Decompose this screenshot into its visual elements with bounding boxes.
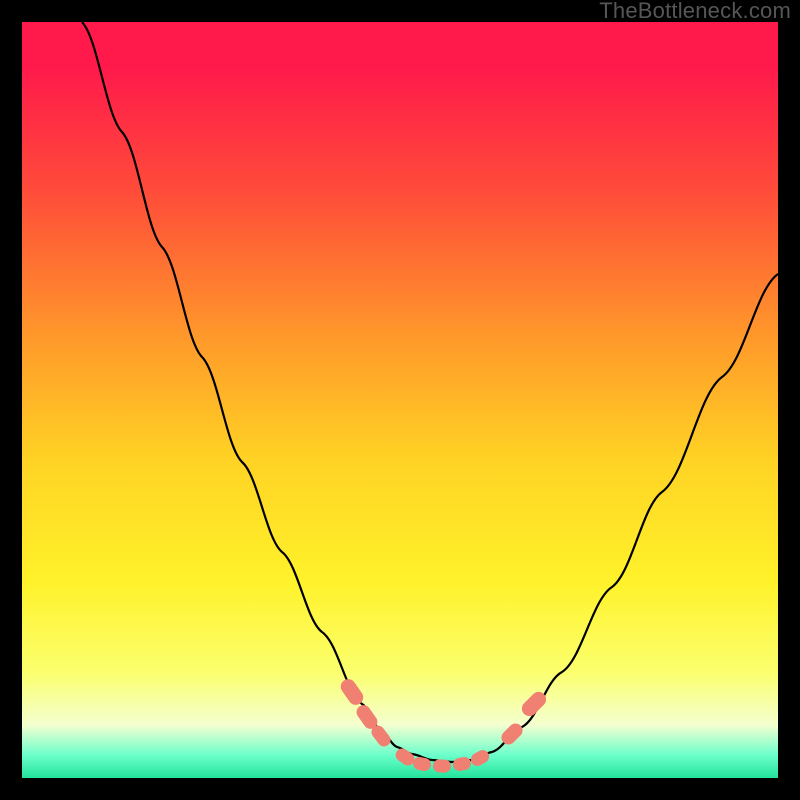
- marker-floor-4: [452, 756, 472, 772]
- marker-floor-2: [412, 756, 432, 772]
- watermark-text: TheBottleneck.com: [599, 0, 791, 22]
- marker-floor-3: [433, 759, 451, 773]
- marker-floor-5: [469, 748, 492, 769]
- chart-plot-area: [22, 22, 778, 778]
- chart-frame: TheBottleneck.com: [0, 0, 800, 800]
- bottleneck-curve: [82, 22, 778, 762]
- markers-group: [338, 676, 549, 773]
- chart-svg: [22, 22, 778, 778]
- curve-group: [82, 22, 778, 762]
